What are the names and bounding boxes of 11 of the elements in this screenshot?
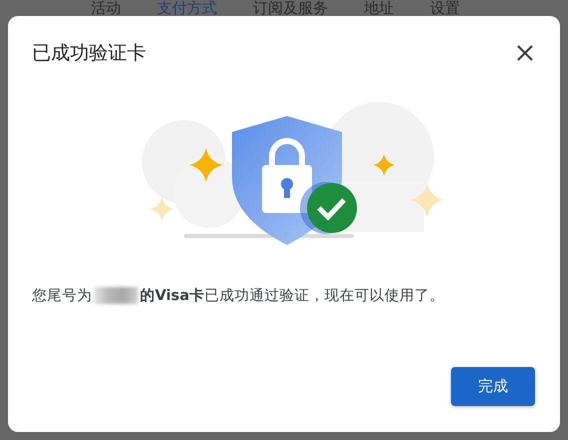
message-text: 您尾号为 <box>32 287 92 305</box>
message-text: 的Visa卡已成功通过验证，现在可以使用了。 <box>140 286 444 305</box>
close-icon <box>516 44 534 62</box>
done-button[interactable]: 完成 <box>451 367 535 406</box>
tab[interactable]: 设置 <box>430 0 460 19</box>
dialog-title: 已成功验证卡 <box>32 41 146 66</box>
tab[interactable]: 支付方式 <box>157 0 217 19</box>
tab[interactable]: 地址 <box>364 0 394 19</box>
tab[interactable]: 订阅及服务 <box>253 0 328 19</box>
redacted-block <box>94 287 138 304</box>
tab[interactable]: 活动 <box>91 0 121 19</box>
